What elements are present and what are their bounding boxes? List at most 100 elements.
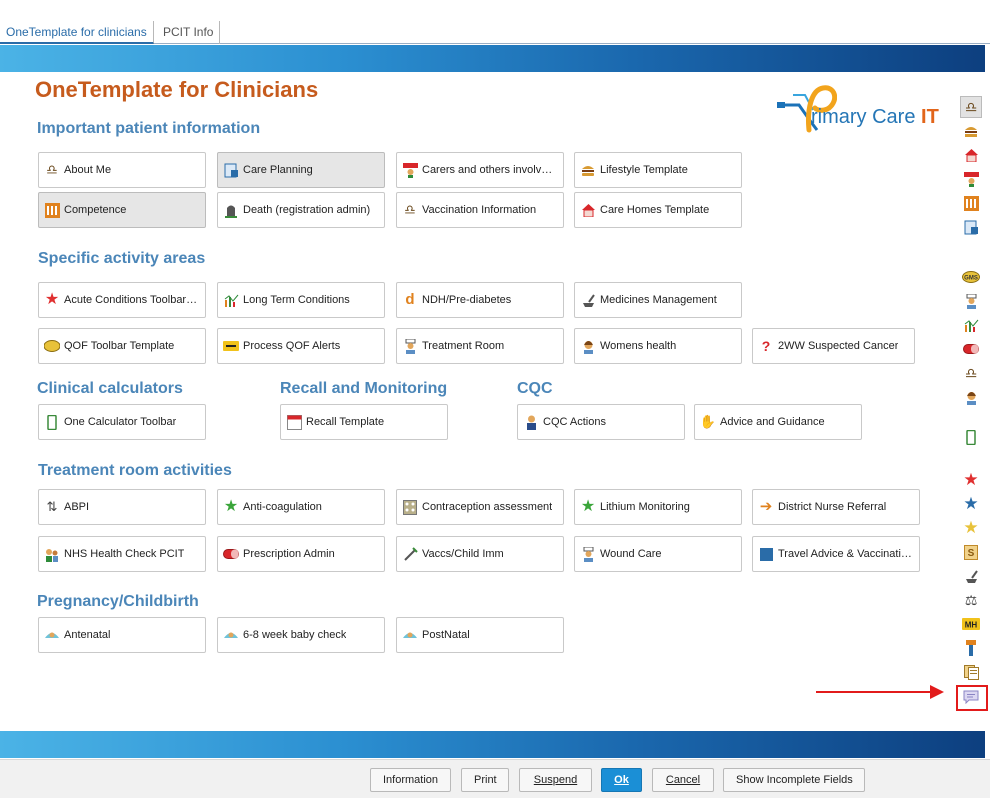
sidebar-pestle-icon[interactable]	[960, 565, 982, 587]
process-qof-alerts-button[interactable]: Process QOF Alerts	[217, 328, 385, 364]
person-icon	[523, 414, 539, 430]
baby-icon	[223, 627, 239, 643]
about-me-button[interactable]: ♎ About Me	[38, 152, 206, 188]
sidebar-yellow-star-icon[interactable]: ★	[960, 517, 982, 539]
svg-text:MH: MH	[965, 621, 978, 630]
sidebar-red-star-icon[interactable]: ★	[960, 469, 982, 491]
sidebar-documents-icon[interactable]	[960, 661, 982, 683]
competence-icon	[44, 202, 60, 218]
prescription-admin-button[interactable]: Prescription Admin	[217, 536, 385, 572]
cqc-actions-button[interactable]: CQC Actions	[517, 404, 685, 440]
cancel-button[interactable]: Cancel	[652, 768, 714, 792]
show-incomplete-fields-button[interactable]: Show Incomplete Fields	[723, 768, 865, 792]
information-button[interactable]: Information	[370, 768, 451, 792]
wound-care-button[interactable]: Wound Care	[574, 536, 742, 572]
question-mark-icon: ?	[761, 338, 771, 354]
sidebar-burger-icon[interactable]	[960, 120, 982, 142]
sidebar-house-icon[interactable]	[960, 144, 982, 166]
annotation-arrow	[816, 691, 934, 693]
carers-icon	[402, 162, 418, 178]
primary-care-it-logo: rimary Care IT	[777, 80, 952, 136]
care-homes-template-button[interactable]: Care Homes Template	[574, 192, 742, 228]
red-star-icon: ★	[44, 291, 60, 308]
antenatal-button[interactable]: Antenatal	[38, 617, 206, 653]
one-calculator-toolbar-button[interactable]: One Calculator Toolbar	[38, 404, 206, 440]
dialog-footer: Information Print Suspend Ok Cancel Show…	[0, 759, 990, 798]
section-specific-activity-areas: Specific activity areas	[38, 250, 206, 267]
sidebar-carers-icon[interactable]	[960, 168, 982, 190]
logo-text: rimary Care IT	[811, 106, 939, 128]
ok-button[interactable]: Ok	[601, 768, 642, 792]
long-term-conditions-button[interactable]: Long Term Conditions	[217, 282, 385, 318]
suspend-button[interactable]: Suspend	[519, 768, 592, 792]
postnatal-button[interactable]: PostNatal	[396, 617, 564, 653]
6-8-week-baby-check-button[interactable]: 6-8 week baby check	[217, 617, 385, 653]
sidebar-head-profile-icon-2[interactable]: ♎	[960, 362, 982, 384]
baby-icon	[402, 627, 418, 643]
sidebar-mh-badge-icon[interactable]: MH	[960, 613, 982, 635]
ndh-pre-diabetes-button[interactable]: d NDH/Pre-diabetes	[396, 282, 564, 318]
sidebar-s-badge-icon[interactable]: S	[960, 541, 982, 563]
sidebar-competence-icon[interactable]	[960, 192, 982, 214]
sidebar-woman-icon[interactable]	[960, 386, 982, 408]
sidebar-gms-icon[interactable]: GMS	[960, 266, 982, 288]
2ww-suspected-cancer-button[interactable]: ? 2WW Suspected Cancer	[752, 328, 915, 364]
family-icon	[44, 546, 60, 562]
acute-conditions-button[interactable]: ★ Acute Conditions Toolbar T...	[38, 282, 206, 318]
calendar-icon	[286, 414, 302, 430]
advice-and-guidance-button[interactable]: ✋ Advice and Guidance	[694, 404, 862, 440]
womens-health-button[interactable]: Womens health	[574, 328, 742, 364]
vaccs-child-imm-button[interactable]: Vaccs/Child Imm	[396, 536, 564, 572]
sidebar-chart-icon[interactable]	[960, 314, 982, 336]
chat-icon-highlight-box	[956, 685, 988, 711]
pestle-icon	[580, 292, 596, 308]
travel-advice-button[interactable]: Travel Advice & Vaccinatio...	[752, 536, 920, 572]
green-star-icon: ★	[580, 498, 596, 515]
gms-badge-icon	[44, 338, 60, 354]
baby-icon	[44, 627, 60, 643]
anti-coagulation-button[interactable]: ★ Anti-coagulation	[217, 489, 385, 525]
d-letter-icon: d	[405, 291, 415, 308]
section-pregnancy-childbirth: Pregnancy/Childbirth	[37, 593, 199, 610]
sidebar-care-plan-icon[interactable]	[960, 216, 982, 238]
blue-square-icon	[758, 546, 774, 562]
print-button[interactable]: Print	[461, 768, 509, 792]
vaccination-information-button[interactable]: ♎ Vaccination Information	[396, 192, 564, 228]
medicines-management-button[interactable]: Medicines Management	[574, 282, 742, 318]
district-nurse-referral-button[interactable]: ➔ District Nurse Referral	[752, 489, 920, 525]
sidebar-scales-icon[interactable]: ⚖	[960, 589, 982, 611]
sidebar-nurse-icon[interactable]	[960, 290, 982, 312]
hand-icon: ✋	[699, 414, 717, 429]
carers-button[interactable]: Carers and others involved...	[396, 152, 564, 188]
house-icon	[580, 202, 596, 218]
head-profile-icon: ♎	[404, 202, 416, 217]
arrows-icon: ⇅	[46, 499, 58, 514]
lithium-monitoring-button[interactable]: ★ Lithium Monitoring	[574, 489, 742, 525]
qof-toolbar-template-button[interactable]: QOF Toolbar Template	[38, 328, 206, 364]
nhs-health-check-button[interactable]: NHS Health Check PCIT	[38, 536, 206, 572]
sidebar-capsule-icon[interactable]	[960, 338, 982, 360]
burger-icon	[580, 162, 596, 178]
footer-band	[0, 731, 985, 758]
competence-button[interactable]: Competence	[38, 192, 206, 228]
sidebar-phone-icon[interactable]	[960, 426, 982, 448]
woman-icon	[580, 338, 596, 354]
gravestone-icon	[223, 202, 239, 218]
tab-onetemplate[interactable]: OneTemplate for clinicians	[0, 21, 154, 44]
contraception-assessment-button[interactable]: Contraception assessment	[396, 489, 564, 525]
recall-template-button[interactable]: Recall Template	[280, 404, 448, 440]
sidebar-blue-star-icon[interactable]: ★	[960, 493, 982, 515]
tab-bar: OneTemplate for clinicians PCIT Info	[0, 18, 990, 44]
care-planning-button[interactable]: Care Planning	[217, 152, 385, 188]
qof-badge-icon	[223, 338, 239, 354]
page-title: OneTemplate for Clinicians	[35, 77, 319, 102]
sidebar-head-profile-icon[interactable]: ♎	[960, 96, 982, 118]
death-registration-button[interactable]: Death (registration admin)	[217, 192, 385, 228]
sidebar-tool-icon[interactable]	[960, 637, 982, 659]
abpi-button[interactable]: ⇅ ABPI	[38, 489, 206, 525]
tab-pcit-info[interactable]: PCIT Info	[157, 21, 221, 44]
lifestyle-template-button[interactable]: Lifestyle Template	[574, 152, 742, 188]
treatment-room-button[interactable]: Treatment Room	[396, 328, 564, 364]
section-recall-and-monitoring: Recall and Monitoring	[280, 380, 448, 397]
phone-icon	[44, 414, 60, 430]
